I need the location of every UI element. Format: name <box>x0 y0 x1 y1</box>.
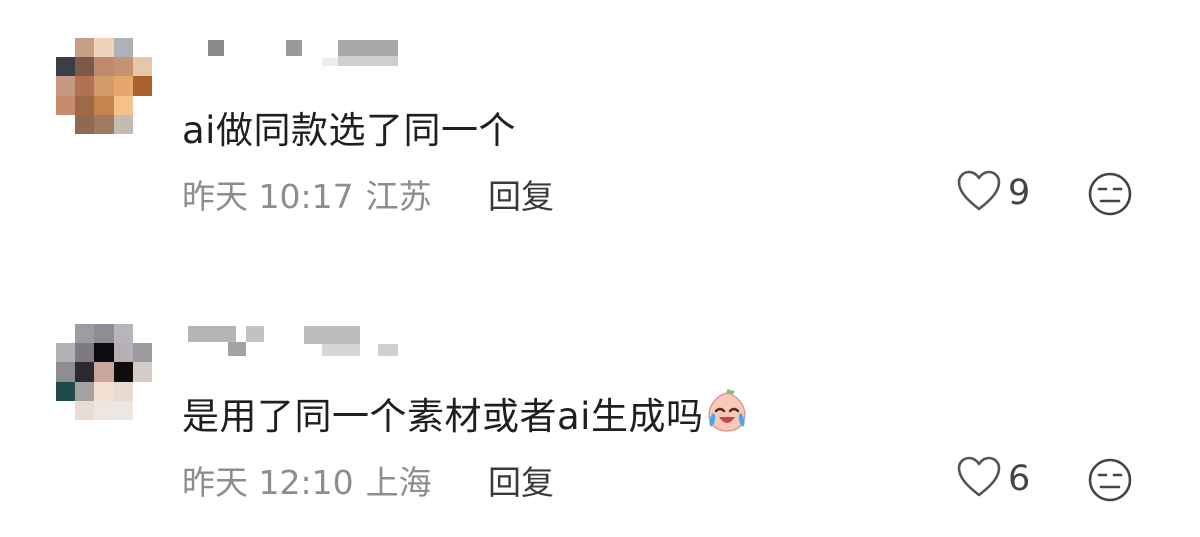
avatar-pixel <box>132 38 152 58</box>
crying-laughing-peach-emoji <box>708 389 747 432</box>
username-pixelated[interactable] <box>188 324 408 356</box>
avatar-pixel <box>132 57 152 77</box>
avatar-pixel <box>113 57 133 77</box>
avatar-pixel <box>56 57 76 77</box>
like-count: 6 <box>1008 459 1031 499</box>
avatar-pixel <box>75 343 95 363</box>
comment-item: 是用了同一个素材或者ai生成吗 昨天 12:10 上海 回复 6 <box>0 286 1200 536</box>
avatar-pixel <box>113 400 133 420</box>
avatar-pixel <box>132 76 152 96</box>
avatar-pixel <box>113 38 133 58</box>
dislike-button[interactable] <box>1086 170 1134 218</box>
avatar-pixel <box>94 324 114 344</box>
avatar-pixel <box>94 362 114 382</box>
avatar-pixel <box>113 324 133 344</box>
comment-text: ai做同款选了同一个 <box>182 109 516 152</box>
avatar-pixel <box>56 95 76 115</box>
comment-location: 上海 <box>365 463 432 502</box>
avatar-pixel <box>56 76 76 96</box>
avatar-pixel <box>75 362 95 382</box>
avatar-pixel <box>132 95 152 115</box>
reply-button[interactable]: 回复 <box>488 170 554 218</box>
avatar-pixel <box>75 114 95 134</box>
avatar-pixel <box>94 114 114 134</box>
avatar-pixel <box>94 381 114 401</box>
avatar-pixel <box>56 400 76 420</box>
comment-text: 是用了同一个素材或者ai生成吗 <box>182 386 751 440</box>
avatar-pixel <box>75 381 95 401</box>
comment-text-body: 是用了同一个素材或者ai生成吗 <box>182 395 704 438</box>
like-count: 9 <box>1008 173 1031 213</box>
avatar-pixel <box>113 114 133 134</box>
avatar-pixel <box>113 343 133 363</box>
avatar[interactable] <box>56 324 152 420</box>
avatar-pixel <box>75 38 95 58</box>
avatar-pixel <box>94 38 114 58</box>
avatar-pixel <box>56 324 76 344</box>
heart-outline-icon <box>956 169 1002 217</box>
avatar-pixel <box>113 95 133 115</box>
comment-meta: 昨天 10:17 江苏 <box>182 170 432 218</box>
like-button[interactable]: 6 <box>956 456 1030 502</box>
comment-location: 江苏 <box>365 177 432 216</box>
heart-outline-icon <box>956 455 1002 503</box>
avatar[interactable] <box>56 38 152 134</box>
avatar-pixel <box>94 343 114 363</box>
comment-time: 昨天 10:17 <box>182 177 354 216</box>
avatar-pixel <box>94 95 114 115</box>
avatar-pixel <box>75 95 95 115</box>
avatar-pixel <box>113 76 133 96</box>
avatar-pixel <box>132 400 152 420</box>
avatar-pixel <box>132 362 152 382</box>
avatar-pixel <box>113 362 133 382</box>
neutral-face-icon <box>1088 458 1132 502</box>
avatar-pixel <box>75 76 95 96</box>
avatar-pixel <box>132 114 152 134</box>
dislike-button[interactable] <box>1086 456 1134 504</box>
avatar-pixel <box>75 57 95 77</box>
like-button[interactable]: 9 <box>956 170 1030 216</box>
comment-time: 昨天 12:10 <box>182 463 354 502</box>
avatar-pixel <box>56 381 76 401</box>
avatar-pixel <box>94 400 114 420</box>
avatar-pixel <box>132 343 152 363</box>
reply-button[interactable]: 回复 <box>488 456 554 504</box>
comment-meta: 昨天 12:10 上海 <box>182 456 432 504</box>
avatar-pixel <box>132 381 152 401</box>
avatar-pixel <box>56 343 76 363</box>
avatar-pixel <box>56 362 76 382</box>
avatar-pixel <box>75 400 95 420</box>
neutral-face-icon <box>1088 172 1132 216</box>
avatar-pixel <box>56 114 76 134</box>
avatar-pixel <box>94 57 114 77</box>
avatar-pixel <box>94 76 114 96</box>
avatar-pixel <box>75 324 95 344</box>
avatar-pixel <box>113 381 133 401</box>
comment-item: ai做同款选了同一个 昨天 10:17 江苏 回复 9 <box>0 0 1200 250</box>
username-pixelated[interactable] <box>188 38 408 68</box>
avatar-pixel <box>132 324 152 344</box>
avatar-pixel <box>56 38 76 58</box>
